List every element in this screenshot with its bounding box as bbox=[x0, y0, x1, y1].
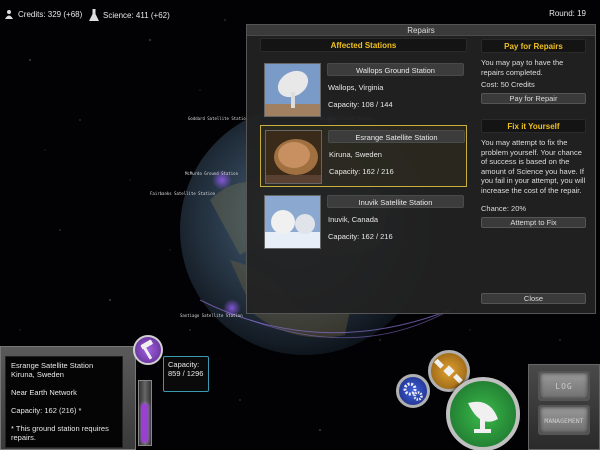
close-button[interactable]: Close bbox=[481, 293, 586, 304]
fix-description: You may attempt to fix the problem yours… bbox=[481, 138, 586, 195]
station-card-inuvik[interactable]: Inuvik Satellite Station Inuvik, Canada … bbox=[260, 191, 467, 253]
station-card-esrange[interactable]: Esrange Satellite Station Kiruna, Sweden… bbox=[260, 125, 467, 187]
station-capacity: Capacity: 108 / 144 bbox=[328, 100, 393, 109]
repair-button[interactable] bbox=[133, 335, 163, 365]
pay-cost: Cost: 50 Credits bbox=[481, 80, 535, 89]
pay-for-repairs-header: Pay for Repairs bbox=[481, 39, 586, 53]
station-thumbnail bbox=[264, 195, 321, 249]
station-name: Esrange Satellite Station bbox=[328, 130, 465, 143]
science-text: Science: 411 (+62) bbox=[103, 10, 170, 20]
dish-icon bbox=[468, 401, 498, 433]
top-hud: Credits: 329 (+68) Science: 411 (+62) Ro… bbox=[0, 0, 600, 26]
fix-it-yourself-header: Fix it Yourself bbox=[481, 119, 586, 133]
globe-label: Santiago Satellite Station bbox=[180, 313, 243, 318]
science-icon bbox=[89, 9, 99, 21]
affected-stations-header: Affected Stations bbox=[260, 38, 467, 52]
pay-for-repair-button[interactable]: Pay for Repair bbox=[481, 93, 586, 104]
station-name: Inuvik Satellite Station bbox=[327, 195, 464, 208]
station-location: Wallops, Virginia bbox=[328, 83, 384, 92]
capacity-tube bbox=[138, 380, 152, 446]
station-thumbnail bbox=[264, 63, 321, 117]
upgrades-button[interactable] bbox=[396, 374, 430, 408]
log-button[interactable]: LOG bbox=[538, 371, 590, 401]
hammer-icon bbox=[140, 339, 153, 360]
repairs-title: Repairs bbox=[247, 25, 595, 36]
management-button[interactable]: MANAGEMENT bbox=[538, 405, 590, 435]
pay-description: You may pay to have the repairs complete… bbox=[481, 58, 564, 77]
info-note: * This ground station requires repairs. bbox=[11, 424, 109, 442]
station-thumbnail bbox=[265, 130, 322, 184]
build-station-button[interactable] bbox=[446, 377, 520, 450]
globe-label: Fairbanks Satellite Station bbox=[150, 191, 216, 196]
round-counter: Round: 19 bbox=[549, 9, 586, 18]
network-capacity-box: Capacity: 859 / 1296 bbox=[163, 356, 209, 392]
capacity-label: Capacity: bbox=[168, 360, 200, 369]
info-capacity: Capacity: 162 (216) * bbox=[11, 406, 82, 415]
attempt-to-fix-button[interactable]: Attempt to Fix bbox=[481, 217, 586, 228]
info-screen: Esrange Satellite Station Kiruna, Sweden… bbox=[5, 356, 123, 448]
fix-chance: Chance: 20% bbox=[481, 204, 527, 213]
globe-label: McMurdo Ground Station bbox=[185, 171, 239, 176]
gears-icon bbox=[403, 382, 423, 401]
repairs-window: Repairs Affected Stations Wallops Ground… bbox=[246, 24, 596, 314]
credits-icon bbox=[5, 10, 13, 19]
station-capacity: Capacity: 162 / 216 bbox=[329, 167, 394, 176]
station-info-panel: Esrange Satellite Station Kiruna, Sweden… bbox=[0, 346, 136, 450]
station-location: Kiruna, Sweden bbox=[329, 150, 382, 159]
station-location: Inuvik, Canada bbox=[328, 215, 379, 224]
station-name: Wallops Ground Station bbox=[327, 63, 464, 76]
capacity-tube-fill bbox=[142, 404, 148, 442]
info-station-location: Kiruna, Sweden bbox=[11, 370, 64, 379]
credits-text: Credits: 329 (+68) bbox=[18, 9, 83, 19]
station-card-wallops[interactable]: Wallops Ground Station Wallops, Virginia… bbox=[260, 59, 467, 121]
globe-label: Goddard Satellite Station bbox=[188, 116, 249, 121]
info-network: Near Earth Network bbox=[11, 388, 77, 397]
station-capacity: Capacity: 162 / 216 bbox=[328, 232, 393, 241]
info-station-name: Esrange Satellite Station bbox=[11, 361, 94, 370]
capacity-value: 859 / 1296 bbox=[168, 369, 204, 378]
credits-display: Credits: 329 (+68) bbox=[4, 9, 82, 19]
science-display: Science: 411 (+62) bbox=[89, 9, 170, 21]
